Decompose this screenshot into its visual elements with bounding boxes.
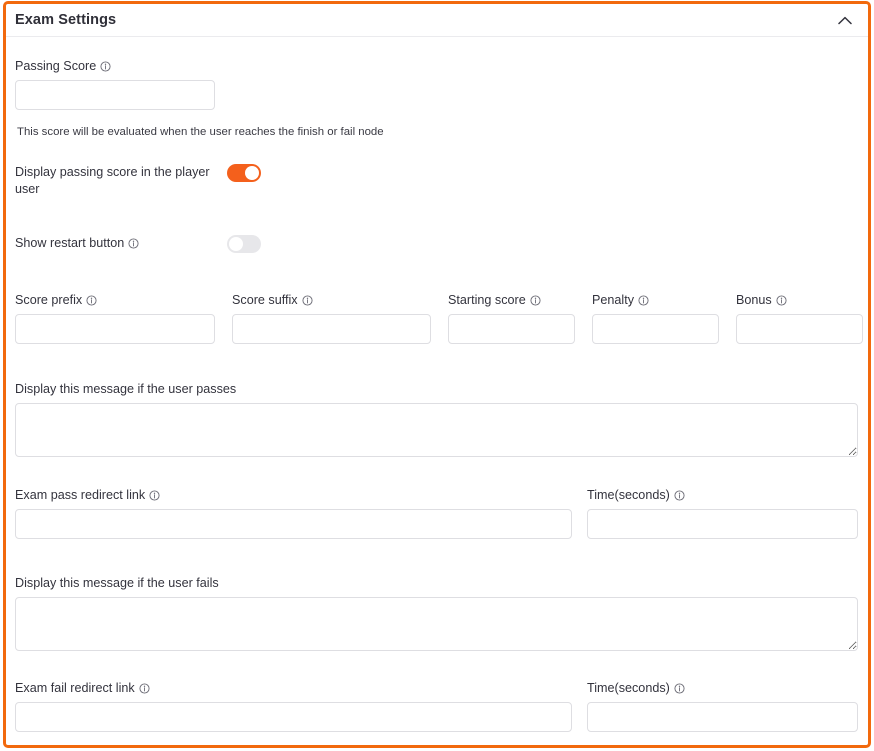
info-icon[interactable] [149, 490, 160, 501]
display-passing-score-label: Display passing score in the player user [15, 164, 227, 198]
display-passing-score-row: Display passing score in the player user [15, 164, 295, 198]
fail-redirect-link-label: Exam fail redirect link [15, 680, 572, 696]
fail-redirect-time-group: Time(seconds) [587, 680, 858, 732]
info-icon[interactable] [302, 295, 313, 306]
penalty-input[interactable] [592, 314, 719, 344]
show-restart-button-label: Show restart button [15, 235, 227, 252]
fail-message-group: Display this message if the user fails [15, 575, 858, 651]
pass-redirect-time-label: Time(seconds) [587, 487, 858, 503]
passing-score-label: Passing Score [15, 58, 215, 74]
collapse-toggle-button[interactable] [834, 9, 856, 31]
pass-redirect-link-input[interactable] [15, 509, 572, 539]
label-text: Display this message if the user passes [15, 382, 237, 396]
penalty-label: Penalty [592, 292, 719, 308]
starting-score-input[interactable] [448, 314, 575, 344]
info-icon[interactable] [128, 238, 139, 249]
fail-redirect-link-input[interactable] [15, 702, 572, 732]
info-icon[interactable] [674, 490, 685, 501]
fail-redirect-time-label: Time(seconds) [587, 680, 858, 696]
penalty-group: Penalty [592, 292, 719, 344]
pass-redirect-time-group: Time(seconds) [587, 487, 858, 539]
toggle-knob [229, 237, 243, 251]
bonus-group: Bonus [736, 292, 863, 344]
label-text: Score prefix [15, 293, 83, 307]
bonus-input[interactable] [736, 314, 863, 344]
page-title: Exam Settings [15, 11, 117, 28]
score-suffix-label: Score suffix [232, 292, 431, 308]
pass-message-textarea[interactable] [15, 403, 858, 457]
chevron-up-icon [838, 16, 852, 25]
passing-score-input[interactable] [15, 80, 215, 110]
pass-message-label: Display this message if the user passes [15, 381, 858, 397]
pass-redirect-row: Exam pass redirect link Time(seconds) [15, 487, 863, 539]
starting-score-label: Starting score [448, 292, 575, 308]
info-icon[interactable] [100, 61, 111, 72]
label-text: Bonus [736, 293, 772, 307]
info-icon[interactable] [776, 295, 787, 306]
passing-score-helper-text: This score will be evaluated when the us… [17, 126, 384, 138]
fail-message-label: Display this message if the user fails [15, 575, 858, 591]
label-text: Exam pass redirect link [15, 488, 146, 502]
label-text: Penalty [592, 293, 635, 307]
exam-settings-panel: Exam Settings Passing Score This score w… [3, 1, 871, 748]
label-text: Score suffix [232, 293, 298, 307]
label-text: Display passing score in the player user [15, 165, 210, 196]
fail-message-textarea[interactable] [15, 597, 858, 651]
pass-redirect-time-input[interactable] [587, 509, 858, 539]
label-text: Time(seconds) [587, 681, 670, 695]
pass-redirect-link-group: Exam pass redirect link [15, 487, 572, 539]
fail-redirect-row: Exam fail redirect link Time(seconds) [15, 680, 863, 732]
display-passing-score-toggle[interactable] [227, 164, 261, 182]
info-icon[interactable] [674, 683, 685, 694]
info-icon[interactable] [530, 295, 541, 306]
panel-header: Exam Settings [6, 4, 868, 37]
label-text: Time(seconds) [587, 488, 670, 502]
passing-score-group: Passing Score [15, 58, 215, 110]
bonus-label: Bonus [736, 292, 863, 308]
pass-message-group: Display this message if the user passes [15, 381, 858, 457]
fail-redirect-link-group: Exam fail redirect link [15, 680, 572, 732]
toggle-knob [245, 166, 259, 180]
score-prefix-group: Score prefix [15, 292, 215, 344]
score-prefix-label: Score prefix [15, 292, 215, 308]
label-text: Passing Score [15, 59, 97, 73]
label-text: Display this message if the user fails [15, 576, 219, 590]
show-restart-button-toggle[interactable] [227, 235, 261, 253]
label-text: Starting score [448, 293, 526, 307]
fail-redirect-time-input[interactable] [587, 702, 858, 732]
pass-redirect-link-label: Exam pass redirect link [15, 487, 572, 503]
show-restart-button-row: Show restart button [15, 235, 295, 253]
info-icon[interactable] [86, 295, 97, 306]
label-text: Show restart button [15, 236, 125, 250]
info-icon[interactable] [139, 683, 150, 694]
score-suffix-group: Score suffix [232, 292, 431, 344]
screen: Exam Settings Passing Score This score w… [0, 0, 874, 751]
starting-score-group: Starting score [448, 292, 575, 344]
score-prefix-input[interactable] [15, 314, 215, 344]
label-text: Exam fail redirect link [15, 681, 135, 695]
info-icon[interactable] [638, 295, 649, 306]
score-suffix-input[interactable] [232, 314, 431, 344]
score-options-row: Score prefix Score suffix Starting score… [15, 292, 863, 344]
